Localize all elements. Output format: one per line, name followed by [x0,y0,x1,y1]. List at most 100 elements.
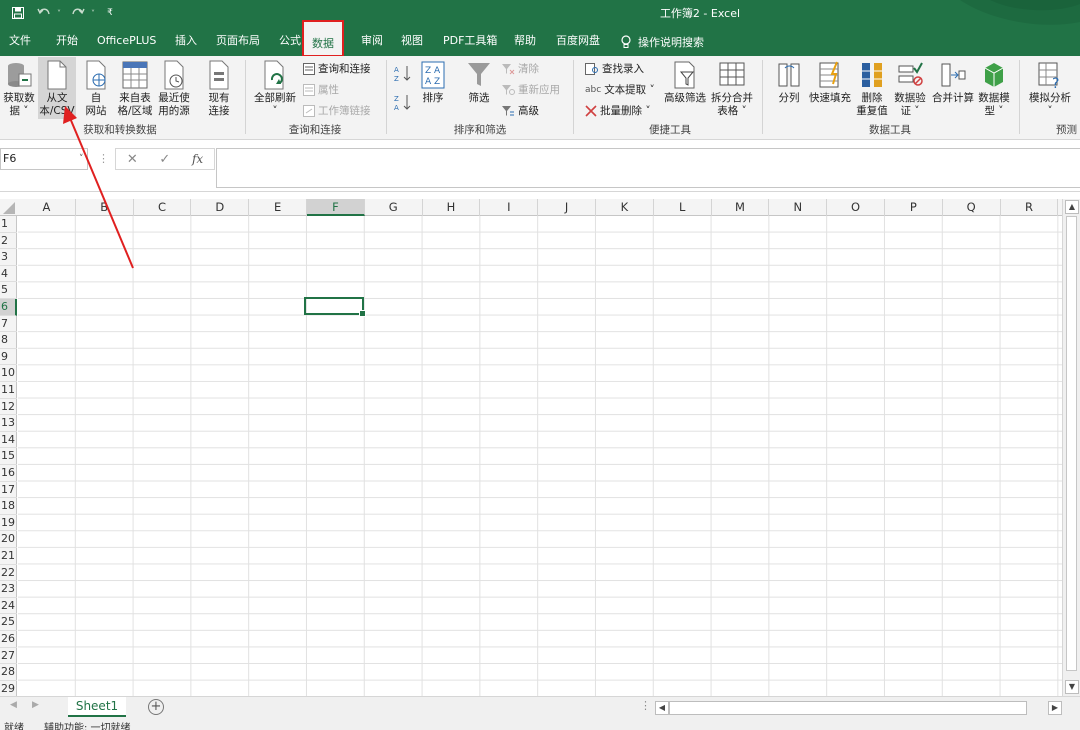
insert-function-icon[interactable]: fx [192,152,203,166]
tab-help[interactable]: 帮助 [514,27,536,56]
column-header[interactable]: J [538,199,596,216]
sort-button[interactable]: Z AA Z 排序 [418,60,448,105]
vertical-scroll-thumb[interactable] [1066,216,1077,671]
row-header[interactable]: 26 [0,631,17,648]
row-header[interactable]: 3 [0,249,17,266]
sort-ascending-button[interactable]: AZ [393,64,413,86]
row-header[interactable]: 18 [0,498,17,515]
existing-connections-button[interactable]: 现有 连接 [200,60,238,118]
column-header[interactable]: O [827,199,885,216]
row-header[interactable]: 14 [0,432,17,449]
tab-split-grip-icon[interactable]: ⋮ [640,699,651,712]
find-entry-button[interactable]: 查找录入 [585,61,644,76]
text-extract-button[interactable]: abc 文本提取 ˅ [585,82,655,97]
customize-icon[interactable]: ₹ [104,4,116,22]
horizontal-scrollbar[interactable]: ◀ ▶ [655,701,1065,715]
next-sheet-icon[interactable]: ▶ [32,700,39,710]
row-header[interactable]: 5 [0,282,17,299]
reapply-button[interactable]: 重新应用 [501,82,560,97]
enter-icon[interactable]: ✓ [159,152,170,167]
row-header[interactable]: 29 [0,681,17,698]
text-to-columns-button[interactable]: 分列 [773,60,805,105]
tab-insert[interactable]: 插入 [175,27,197,56]
sort-descending-button[interactable]: ZA [393,93,413,115]
column-header[interactable]: H [423,199,481,216]
remove-duplicates-button[interactable]: 删除 重复值 [852,60,892,118]
column-header[interactable]: I [480,199,539,216]
get-data-button[interactable]: 获取数 据 ˅ [0,60,38,118]
consolidate-button[interactable]: 合并计算 [930,60,976,105]
what-if-analysis-button[interactable]: ? 模拟分析 ˅ [1026,60,1074,118]
tab-file[interactable]: 文件 [9,27,31,56]
tab-home[interactable]: 开始 [56,27,78,56]
column-header[interactable]: R [1001,199,1059,216]
row-header[interactable]: 6 [0,299,17,316]
scroll-down-icon[interactable]: ▼ [1065,680,1079,694]
column-header[interactable]: G [365,199,423,216]
row-header[interactable]: 9 [0,349,17,366]
formula-input[interactable] [216,148,1080,188]
add-sheet-icon[interactable]: + [148,699,164,715]
chevron-down-icon[interactable]: ˅ [79,149,84,169]
scroll-right-icon[interactable]: ▶ [1048,701,1062,715]
undo-dropdown-icon[interactable]: ˅ [54,4,64,22]
clear-filter-button[interactable]: 清除 [501,61,539,76]
row-header[interactable]: 24 [0,598,17,615]
prev-sheet-icon[interactable]: ◀ [10,700,17,710]
tab-formulas[interactable]: 公式 [279,27,301,56]
flash-fill-button[interactable]: 快速填充 [806,60,854,105]
scroll-left-icon[interactable]: ◀ [655,701,669,715]
row-header[interactable]: 7 [0,316,17,333]
sheet-tab-sheet1[interactable]: Sheet1 [68,697,126,717]
split-merge-button[interactable]: 拆分合并 表格 ˅ [709,60,755,118]
tab-baidu-disk[interactable]: 百度网盘 [556,27,600,56]
redo-dropdown-icon[interactable]: ˅ [88,4,98,22]
advanced-filter-tool-button[interactable]: 高级筛选 [662,60,708,105]
column-header[interactable]: M [712,199,770,216]
row-header[interactable]: 27 [0,648,17,665]
row-header[interactable]: 12 [0,399,17,416]
tab-pdf-tools[interactable]: PDF工具箱 [443,27,497,56]
filter-button[interactable]: 筛选 [462,60,496,105]
column-header[interactable]: D [191,199,250,216]
row-header[interactable]: 28 [0,664,17,681]
row-header[interactable]: 17 [0,482,17,499]
cancel-icon[interactable]: ✕ [127,152,138,167]
row-header[interactable]: 13 [0,415,17,432]
row-header[interactable]: 22 [0,565,17,582]
column-header[interactable]: K [596,199,654,216]
column-header[interactable]: C [134,199,192,216]
column-header[interactable]: P [885,199,943,216]
row-header[interactable]: 2 [0,233,17,250]
recent-sources-button[interactable]: 最近使 用的源 [155,60,193,118]
horizontal-scroll-thumb[interactable] [669,701,1027,715]
tab-data[interactable]: 数据 [302,20,344,57]
column-header[interactable]: L [654,199,712,216]
vertical-scrollbar[interactable]: ▲ ▼ [1062,199,1080,696]
row-header[interactable]: 1 [0,216,17,233]
select-all-icon[interactable] [0,199,17,216]
row-header[interactable]: 8 [0,332,17,349]
properties-button[interactable]: 属性 [303,82,339,97]
row-header[interactable]: 4 [0,266,17,283]
undo-icon[interactable] [34,4,54,22]
workbook-links-button[interactable]: 工作簿链接 [303,103,371,118]
tab-officeplus[interactable]: OfficePLUS [97,27,156,56]
tab-page-layout[interactable]: 页面布局 [216,27,260,56]
column-header[interactable]: F [307,199,365,216]
row-header[interactable]: 23 [0,581,17,598]
selected-cell[interactable] [304,297,366,317]
row-header[interactable]: 16 [0,465,17,482]
row-header[interactable]: 20 [0,531,17,548]
data-model-button[interactable]: 数据模 型 ˅ [976,60,1012,118]
column-header[interactable]: B [76,199,134,216]
data-validation-button[interactable]: 数据验 证 ˅ [891,60,929,118]
from-text-csv-button[interactable]: 从文 本/CSV [38,57,76,119]
advanced-filter-button[interactable]: 高级 [501,103,539,118]
tab-review[interactable]: 审阅 [361,27,383,56]
row-header[interactable]: 15 [0,448,17,465]
queries-connections-button[interactable]: 查询和连接 [303,61,371,76]
column-header[interactable]: N [769,199,828,216]
row-header[interactable]: 10 [0,365,17,382]
column-header[interactable]: E [249,199,307,216]
